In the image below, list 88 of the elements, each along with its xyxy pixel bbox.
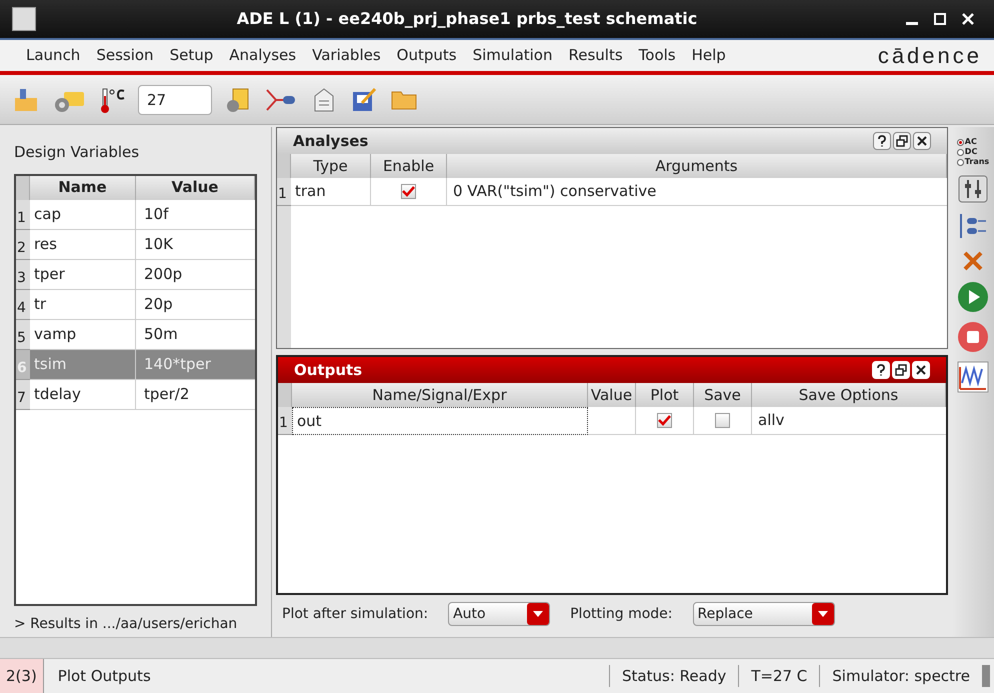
menu-item[interactable]: Analyses xyxy=(229,44,296,67)
menu-item[interactable]: Launch xyxy=(26,44,80,67)
sliders-icon[interactable] xyxy=(958,175,988,203)
play-icon[interactable] xyxy=(957,281,989,313)
edit-icon[interactable] xyxy=(350,86,378,114)
table-cell: 200p xyxy=(136,260,255,290)
column-header[interactable]: Enable xyxy=(371,154,447,178)
column-header[interactable]: Plot xyxy=(636,383,694,407)
netlist-icon[interactable] xyxy=(958,211,988,241)
stop-icon[interactable] xyxy=(957,321,989,353)
dropdown[interactable]: Replace xyxy=(692,602,835,626)
app-icon xyxy=(12,7,36,31)
row-number: 7 xyxy=(16,380,30,410)
column-header[interactable]: Name/Signal/Expr xyxy=(292,383,588,407)
temperature-field[interactable]: 27 xyxy=(138,84,212,114)
corner-cell xyxy=(277,154,291,178)
temperature-text: T=27 C xyxy=(738,664,820,688)
table-cell: tdelay xyxy=(30,380,136,410)
analysis-radio[interactable]: DC xyxy=(956,147,990,157)
row-number: 5 xyxy=(16,320,30,350)
checkbox[interactable] xyxy=(401,184,416,199)
row-number: 1 xyxy=(16,200,30,230)
status-message: Plot Outputs xyxy=(56,666,152,687)
table-cell: 140*tper xyxy=(136,350,255,380)
menu-item[interactable]: Tools xyxy=(638,44,676,67)
history-count: 2(3) xyxy=(0,659,44,693)
table-cell: res xyxy=(30,230,136,260)
checkbox[interactable] xyxy=(657,413,672,428)
maximize-icon[interactable] xyxy=(934,13,946,25)
table-cell: 10f xyxy=(136,200,255,230)
table-row[interactable]: 1 cap 10f xyxy=(16,200,255,230)
dropdown[interactable]: Auto xyxy=(448,602,550,626)
status-text: Status: Ready xyxy=(609,664,738,688)
table-cell[interactable]: out xyxy=(292,407,588,435)
column-header[interactable]: Type xyxy=(291,154,371,178)
checkbox[interactable] xyxy=(715,413,730,428)
table-cell: 0 VAR("tsim") conservative xyxy=(447,178,947,206)
column-header[interactable]: Save xyxy=(694,383,752,407)
menu-item[interactable]: Variables xyxy=(312,44,381,67)
column-header[interactable]: Value xyxy=(588,383,636,407)
menu-item[interactable]: Help xyxy=(692,44,726,67)
table-row[interactable]: 4 tr 20p xyxy=(16,290,255,320)
menu-item[interactable]: Results xyxy=(568,44,623,67)
table-cell: 20p xyxy=(136,290,255,320)
close-icon[interactable] xyxy=(913,132,931,150)
table-row[interactable]: 3 tper 200p xyxy=(16,260,255,290)
resize-grip[interactable] xyxy=(982,665,990,687)
table-cell: 10K xyxy=(136,230,255,260)
thermometer-icon xyxy=(98,86,126,114)
corner-cell xyxy=(16,176,30,200)
help-icon[interactable] xyxy=(873,132,891,150)
column-header[interactable]: Name xyxy=(30,176,136,200)
results-path: > Results in .../aa/users/erichan xyxy=(13,615,238,634)
table-row[interactable]: 7 tdelay tper/2 xyxy=(16,380,255,410)
row-number: 4 xyxy=(16,290,30,320)
menu-item[interactable]: Outputs xyxy=(396,44,457,67)
window-title: ADE L (1) - ee240b_prj_phase1 prbs_test schematic xyxy=(236,8,698,30)
table-cell: cap xyxy=(30,200,136,230)
column-header[interactable]: Arguments xyxy=(447,154,947,178)
corner-cell xyxy=(278,383,292,407)
row-number: 1 xyxy=(277,178,291,206)
row-number: 1 xyxy=(278,407,292,435)
table-cell: tr xyxy=(30,290,136,320)
column-header[interactable]: Save Options xyxy=(752,383,946,407)
restore-icon[interactable] xyxy=(893,132,911,150)
menu-item[interactable]: Setup xyxy=(170,44,214,67)
waveform-icon[interactable] xyxy=(957,361,989,393)
option-label: Plotting mode: xyxy=(570,604,673,624)
table-cell: allv xyxy=(752,407,946,435)
logo: cādence xyxy=(878,42,982,70)
column-header[interactable]: Value xyxy=(136,176,255,200)
panel-title: Outputs xyxy=(294,360,364,381)
table-cell: tper/2 xyxy=(136,380,255,410)
row-number: 2 xyxy=(16,230,30,260)
option-label: Plot after simulation: xyxy=(282,604,428,624)
menu-item[interactable]: Session xyxy=(96,44,154,67)
table-row[interactable]: 2 res 10K xyxy=(16,230,255,260)
panel-title: Analyses xyxy=(293,130,370,152)
analysis-radio[interactable]: AC xyxy=(956,137,990,147)
table-cell: tran xyxy=(291,178,371,206)
table-cell: tper xyxy=(30,260,136,290)
row-number: 3 xyxy=(16,260,30,290)
caret-icon xyxy=(812,603,834,625)
caret-icon xyxy=(527,603,550,625)
menu-item[interactable]: Simulation xyxy=(472,44,552,67)
table-cell: tsim xyxy=(30,350,136,380)
analysis-radio[interactable]: Trans xyxy=(956,157,990,167)
panel-title: Design Variables xyxy=(13,142,140,163)
